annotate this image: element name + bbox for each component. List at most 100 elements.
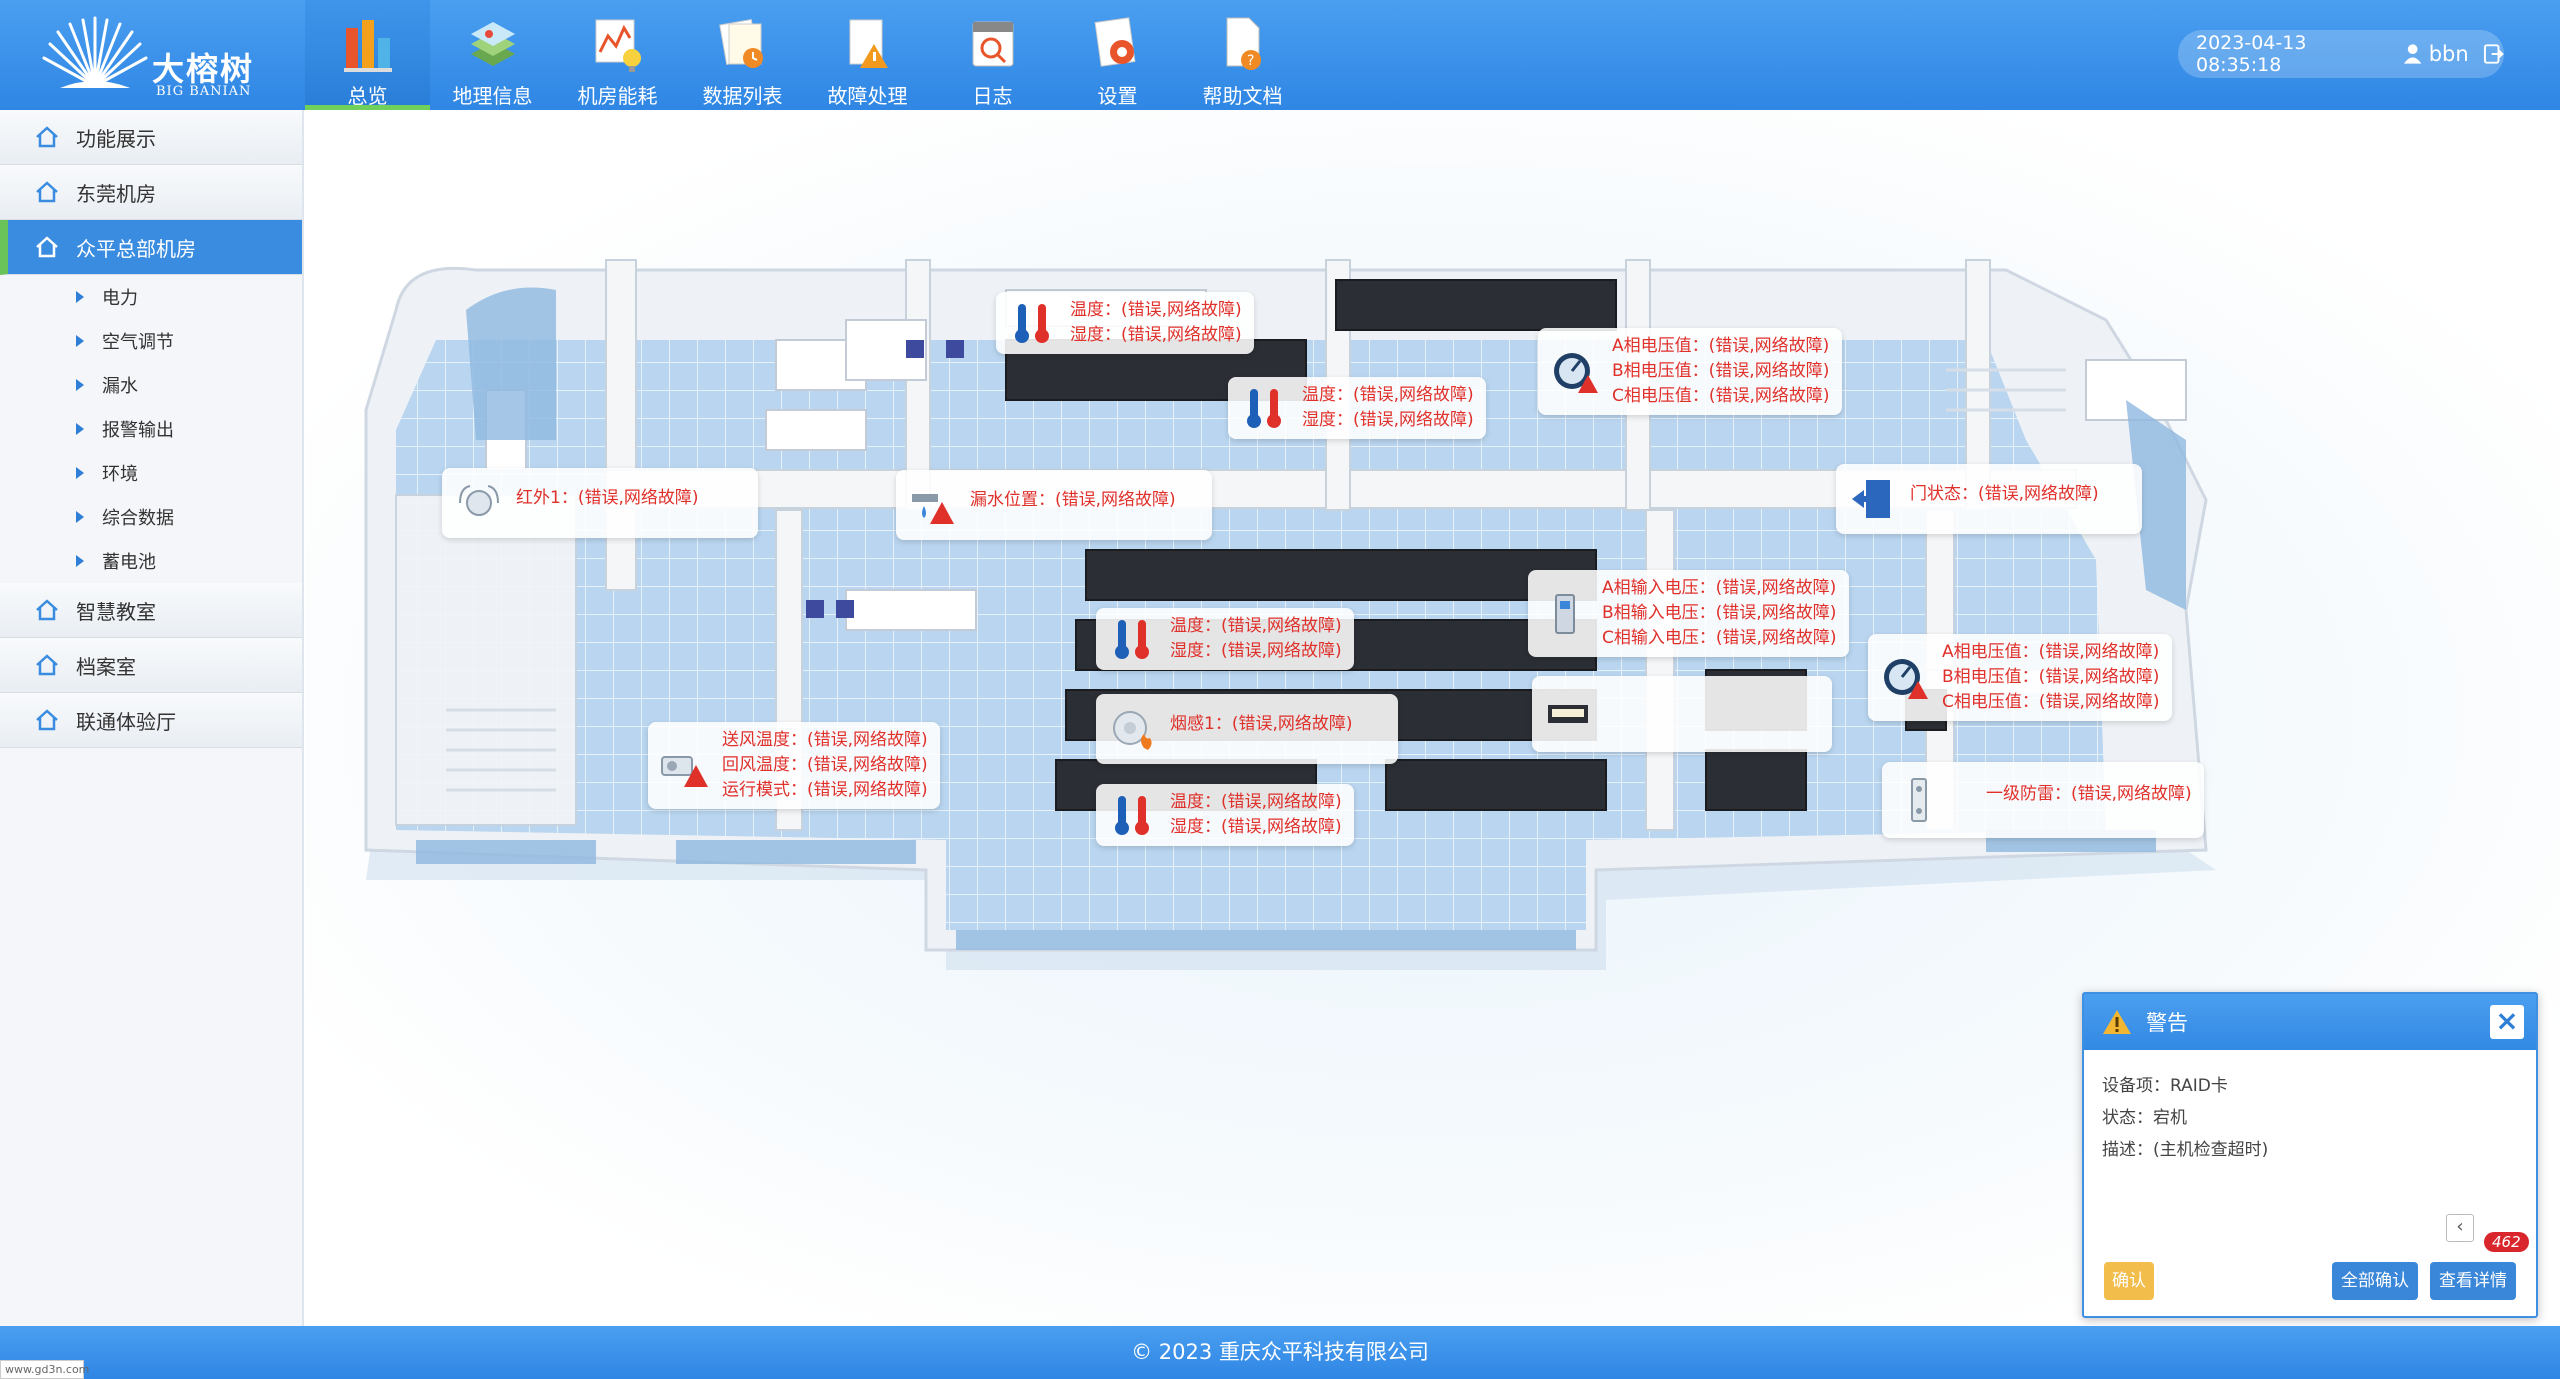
nav-label: 帮助文档	[1202, 84, 1283, 108]
tag-line: 温度：(错误,网络故障)	[1170, 792, 1342, 812]
nav-log[interactable]: 日志	[930, 0, 1055, 110]
sensor-tag-lightning-protection[interactable]: 一级防雷：(错误,网络故障)	[1882, 762, 2204, 838]
nav-room-energy[interactable]: 机房能耗	[555, 0, 680, 110]
sidebar-sub-alarm-output[interactable]: 报警输出	[0, 407, 302, 451]
voltage-meter-alarm-icon	[1554, 352, 1598, 393]
sensor-tag-temp-humidity[interactable]: 温度：(错误,网络故障) 湿度：(错误,网络故障)	[1228, 377, 1486, 439]
sidebar-sub-label: 电力	[102, 288, 138, 309]
door-sensor-icon	[1852, 480, 1890, 518]
tag-line: 温度：(错误,网络故障)	[1070, 300, 1242, 320]
sidebar: 功能展示 东莞机房 众平总部机房 电力 空气调节 漏水 报警输出 环境 综合数据…	[0, 110, 304, 1326]
sidebar-sub-environment[interactable]: 环境	[0, 451, 302, 495]
help-document-icon: ?	[1226, 17, 1261, 70]
sidebar-sub-label: 空气调节	[102, 332, 174, 353]
nav-label: 设置	[1097, 84, 1138, 108]
tag-line: 烟感1：(错误,网络故障)	[1170, 714, 1353, 734]
sensor-tag-door-status[interactable]: 门状态：(错误,网络故障)	[1836, 464, 2142, 534]
nav-label: 故障处理	[827, 84, 908, 108]
nav-overview[interactable]: 总览	[305, 0, 430, 110]
close-icon[interactable]: ×	[2490, 1005, 2524, 1039]
sidebar-item-label: 档案室	[76, 654, 136, 679]
nav-data-list[interactable]: 数据列表	[680, 0, 805, 110]
water-leak-alarm-icon	[912, 494, 954, 524]
energy-chart-icon	[595, 19, 641, 72]
sidebar-item-label: 众平总部机房	[76, 236, 196, 261]
sensor-tag-air-conditioner[interactable]: 送风温度：(错误,网络故障) 回风温度：(错误,网络故障) 运行模式：(错误,网…	[648, 722, 940, 809]
tag-line: C相电压值：(错误,网络故障)	[1612, 386, 1830, 406]
footer: © 2023 重庆众平科技有限公司	[0, 1326, 2560, 1379]
main-nav: 总览 地理信息 机房能耗 数据列表 故障处理 日志 设置 ? 帮助文档	[305, 0, 1305, 110]
sidebar-item-label: 联通体验厅	[76, 709, 176, 734]
expand-arrow-icon	[76, 335, 84, 347]
sensor-tag-infrared[interactable]: 红外1：(错误,网络故障)	[442, 468, 758, 538]
confirm-button[interactable]: 确认	[2104, 1262, 2154, 1300]
sidebar-item-feature-demo[interactable]: 功能展示	[0, 110, 302, 165]
tag-line: 送风温度：(错误,网络故障)	[722, 730, 928, 750]
sensor-tag-phase-voltage[interactable]: A相电压值：(错误,网络故障) B相电压值：(错误,网络故障) C相电压值：(错…	[1868, 634, 2172, 721]
nav-help-docs[interactable]: ? 帮助文档	[1180, 0, 1305, 110]
expand-arrow-icon	[76, 379, 84, 391]
username[interactable]: bbn	[2429, 42, 2469, 66]
svg-text:?: ?	[1247, 53, 1254, 69]
alert-description: 描述：(主机检查超时)	[2102, 1140, 2269, 1160]
warning-triangle-icon	[2103, 1010, 2131, 1034]
sidebar-sub-water-leak[interactable]: 漏水	[0, 363, 302, 407]
sensor-tag-ups[interactable]	[1532, 676, 1832, 752]
tag-line: 运行模式：(错误,网络故障)	[722, 780, 928, 800]
sensor-tag-temp-humidity[interactable]: 温度：(错误,网络故障) 湿度：(错误,网络故障)	[1096, 608, 1354, 670]
sidebar-item-dongguan-room[interactable]: 东莞机房	[0, 165, 302, 220]
alert-title: 警告	[2146, 1011, 2188, 1035]
sidebar-sub-label: 报警输出	[102, 420, 174, 441]
sidebar-sub-power[interactable]: 电力	[0, 275, 302, 319]
map-layers-icon	[471, 22, 515, 66]
nav-label: 机房能耗	[577, 84, 658, 108]
current-datetime: 2023-04-13 08:35:18	[2196, 32, 2307, 76]
thermometer-icon	[1115, 796, 1149, 835]
sensor-tag-temp-humidity[interactable]: 温度：(错误,网络故障) 湿度：(错误,网络故障)	[996, 292, 1254, 354]
sidebar-item-unicom-hall[interactable]: 联通体验厅	[0, 693, 302, 748]
fault-warning-icon	[849, 19, 888, 68]
sensor-tag-smoke[interactable]: 烟感1：(错误,网络故障)	[1096, 694, 1398, 764]
data-list-icon	[719, 18, 763, 68]
confirm-all-button[interactable]: 全部确认	[2332, 1262, 2418, 1300]
home-icon	[36, 181, 58, 203]
thermometer-icon	[1247, 389, 1281, 428]
sidebar-sub-label: 蓄电池	[102, 552, 156, 573]
nav-geo-info[interactable]: 地理信息	[430, 0, 555, 110]
sidebar-item-archive-room[interactable]: 档案室	[0, 638, 302, 693]
nav-fault-handling[interactable]: 故障处理	[805, 0, 930, 110]
nav-settings[interactable]: 设置	[1055, 0, 1180, 110]
banyan-tree-logo-icon	[42, 16, 148, 88]
sidebar-sub-battery[interactable]: 蓄电池	[0, 539, 302, 583]
sensor-tag-water-leak[interactable]: 漏水位置：(错误,网络故障)	[896, 470, 1212, 540]
chevron-left-icon[interactable]: ‹	[2446, 1214, 2474, 1242]
tag-line: B相电压值：(错误,网络故障)	[1612, 361, 1830, 381]
sensor-tag-temp-humidity[interactable]: 温度：(错误,网络故障) 湿度：(错误,网络故障)	[1096, 784, 1354, 846]
sidebar-sub-label: 环境	[102, 464, 138, 485]
nav-label: 总览	[347, 84, 388, 108]
view-details-button[interactable]: 查看详情	[2430, 1262, 2516, 1300]
tag-line: 门状态：(错误,网络故障)	[1910, 484, 2099, 504]
sidebar-item-smart-classroom[interactable]: 智慧教室	[0, 583, 302, 638]
sensor-tag-input-voltage[interactable]: A相输入电压：(错误,网络故障) B相输入电压：(错误,网络故障) C相输入电压…	[1528, 570, 1849, 657]
logout-icon[interactable]	[2483, 43, 2504, 65]
tag-line: C相输入电压：(错误,网络故障)	[1602, 628, 1837, 648]
sidebar-item-hq-room[interactable]: 众平总部机房	[0, 220, 302, 275]
tag-line: 一级防雷：(错误,网络故障)	[1986, 784, 2192, 804]
air-conditioner-alarm-icon	[661, 755, 708, 787]
home-icon	[36, 599, 58, 621]
tag-line: 红外1：(错误,网络故障)	[516, 488, 699, 508]
sensor-tag-phase-voltage[interactable]: A相电压值：(错误,网络故障) B相电压值：(错误,网络故障) C相电压值：(错…	[1538, 328, 1842, 415]
sidebar-sub-integrated-data[interactable]: 综合数据	[0, 495, 302, 539]
copyright-text: © 2023 重庆众平科技有限公司	[1131, 1340, 1429, 1364]
brand-logo[interactable]: 大榕树 BIG BANIAN	[40, 12, 270, 99]
bar-chart-icon	[344, 20, 392, 72]
sidebar-sub-air-conditioning[interactable]: 空气调节	[0, 319, 302, 363]
sidebar-item-label: 功能展示	[76, 126, 156, 151]
voltage-meter-alarm-icon	[1884, 658, 1928, 699]
settings-gear-icon	[1094, 17, 1136, 67]
thermometer-icon	[1115, 620, 1149, 659]
tag-line: 漏水位置：(错误,网络故障)	[970, 490, 1176, 510]
home-icon	[36, 709, 58, 731]
tag-line: A相电压值：(错误,网络故障)	[1612, 336, 1830, 356]
